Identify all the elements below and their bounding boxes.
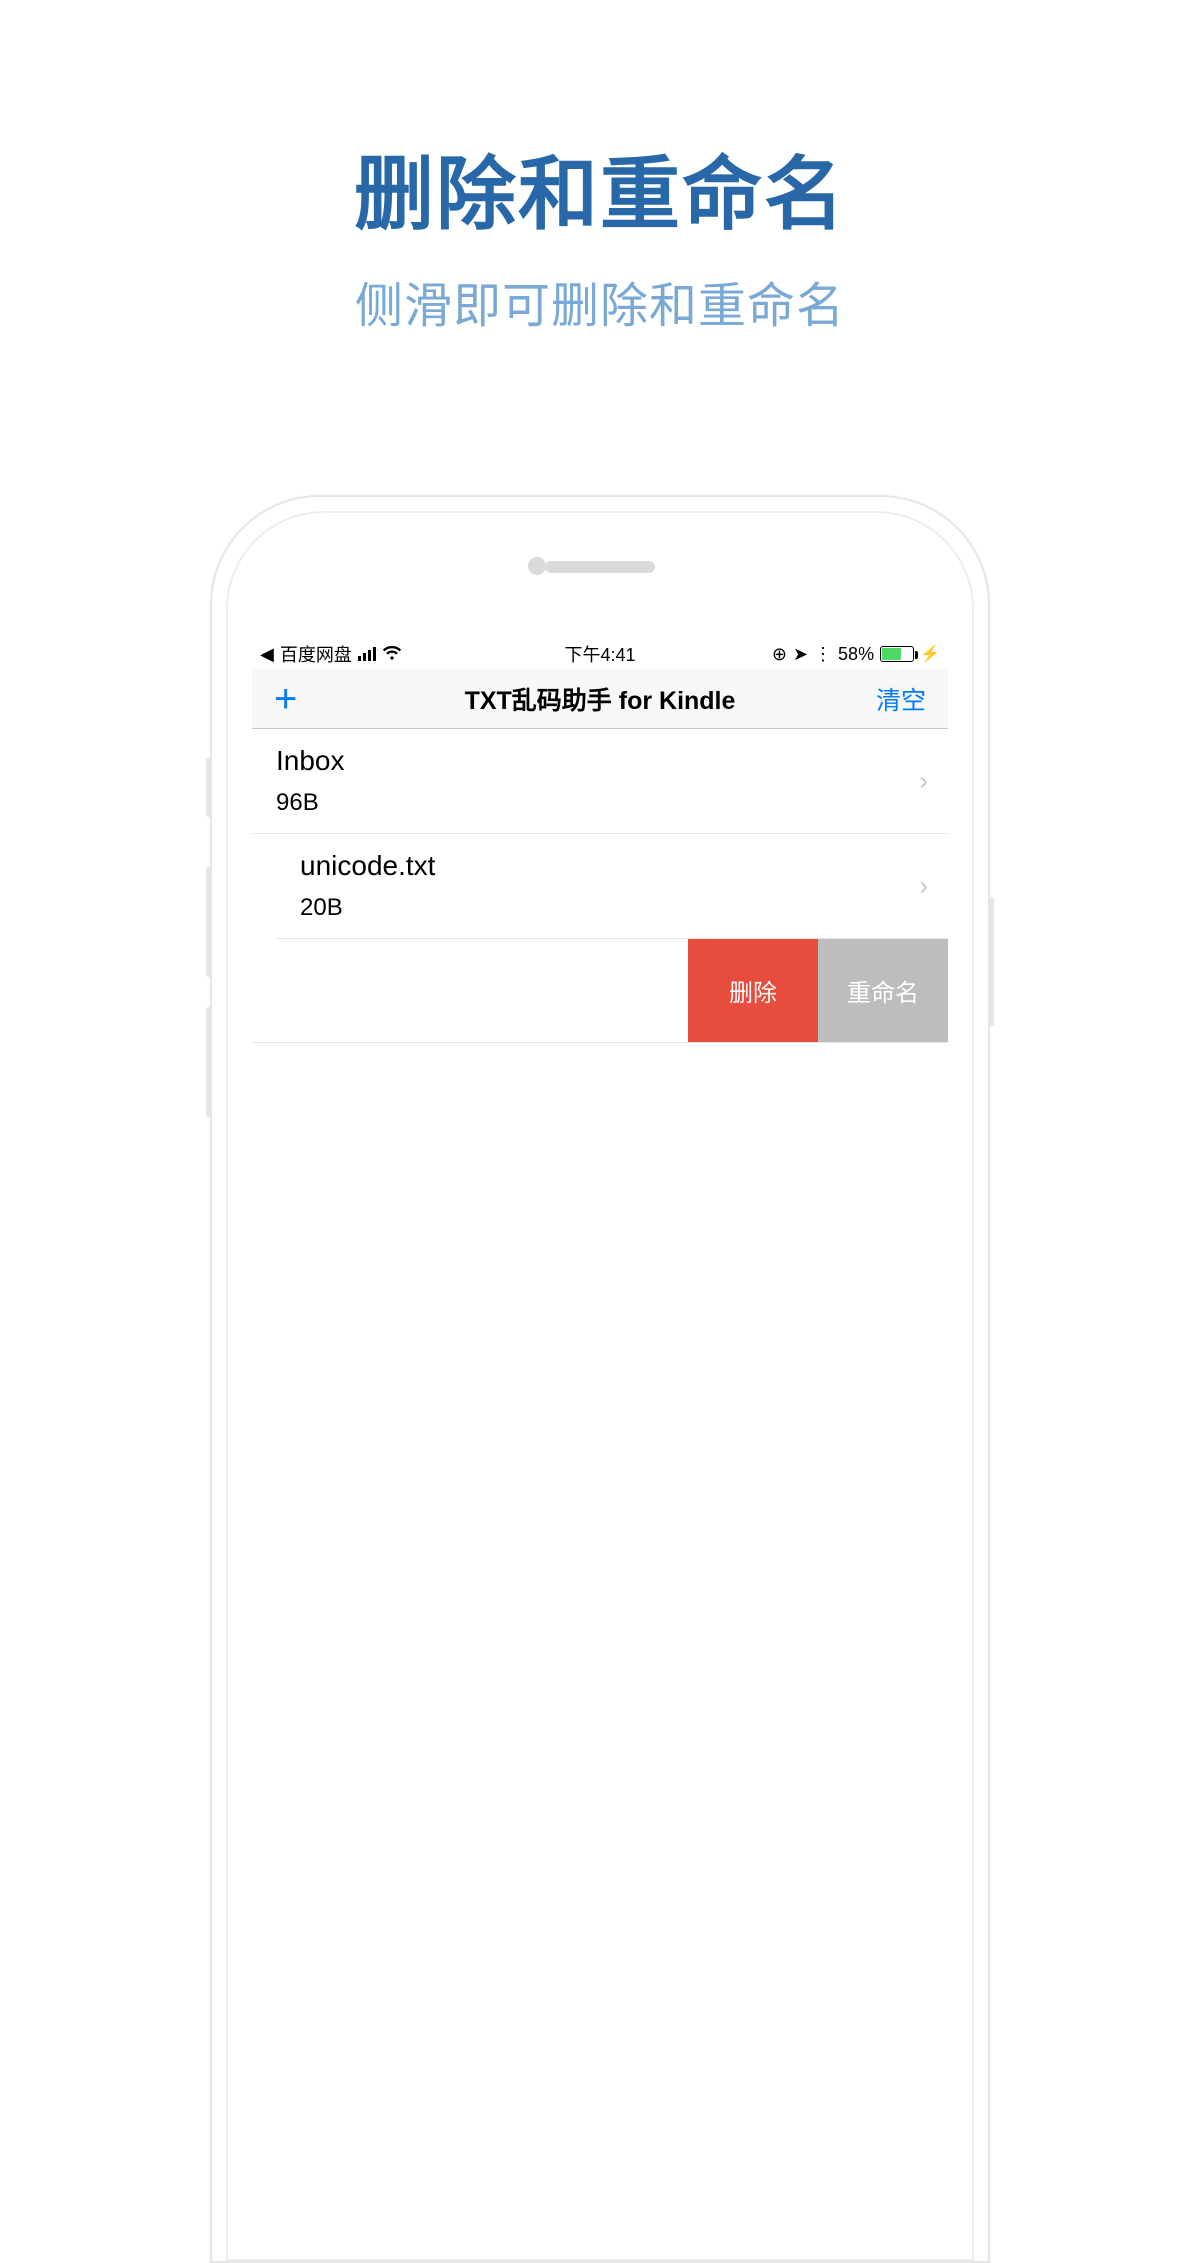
list-item-swiped[interactable]: txt › 删除 重命名 xyxy=(252,939,948,1043)
orientation-lock-icon: ⊕ xyxy=(772,644,787,665)
file-size: 96B xyxy=(276,789,924,817)
phone-side-button xyxy=(206,867,212,977)
status-time: 下午4:41 xyxy=(564,641,635,667)
chevron-right-icon: › xyxy=(919,871,928,902)
add-button[interactable]: + xyxy=(274,679,297,719)
status-right: ⊕ ➤ ⋮ 58% ⚡ xyxy=(772,644,940,665)
file-size: 20B xyxy=(300,894,924,922)
wifi-icon xyxy=(382,644,402,665)
rename-button[interactable]: 重命名 xyxy=(818,939,948,1042)
list-item[interactable]: unicode.txt 20B › xyxy=(276,834,948,939)
carrier-label: 百度网盘 xyxy=(280,641,352,667)
phone-speaker xyxy=(545,561,655,573)
signal-icon xyxy=(358,647,376,661)
charging-icon: ⚡ xyxy=(920,644,940,664)
phone-camera xyxy=(528,557,546,575)
phone-side-button xyxy=(206,757,212,817)
location-icon: ➤ xyxy=(793,644,808,665)
clear-button[interactable]: 清空 xyxy=(876,681,926,717)
phone-screen: ◀ 百度网盘 下午4:41 ⊕ ➤ ⋮ 58% ⚡ xyxy=(252,639,948,2259)
back-caret-icon: ◀ xyxy=(260,644,274,665)
status-bar: ◀ 百度网盘 下午4:41 ⊕ ➤ ⋮ 58% ⚡ xyxy=(252,639,948,669)
promo-subtitle: 侧滑即可删除和重命名 xyxy=(0,266,1200,336)
list-item[interactable]: Inbox 96B › xyxy=(252,729,948,834)
nav-bar: + TXT乱码助手 for Kindle 清空 xyxy=(252,669,948,729)
nav-title: TXT乱码助手 for Kindle xyxy=(465,681,736,717)
bluetooth-icon: ⋮ xyxy=(814,644,832,665)
delete-button[interactable]: 删除 xyxy=(688,939,818,1042)
phone-inner: ◀ 百度网盘 下午4:41 ⊕ ➤ ⋮ 58% ⚡ xyxy=(226,511,974,2261)
battery-percent: 58% xyxy=(838,644,874,665)
phone-side-button xyxy=(988,897,994,1027)
status-left: ◀ 百度网盘 xyxy=(260,641,402,667)
swipe-actions: 删除 重命名 xyxy=(688,939,948,1042)
phone-side-button xyxy=(206,1007,212,1117)
battery-icon xyxy=(880,646,914,662)
file-list: Inbox 96B › unicode.txt 20B › txt › 删除 xyxy=(252,729,948,1043)
file-name: unicode.txt xyxy=(300,850,924,882)
chevron-right-icon: › xyxy=(919,766,928,797)
file-name: Inbox xyxy=(276,745,924,777)
promo-title: 删除和重命名 xyxy=(0,130,1200,246)
phone-frame: ◀ 百度网盘 下午4:41 ⊕ ➤ ⋮ 58% ⚡ xyxy=(210,495,990,2263)
